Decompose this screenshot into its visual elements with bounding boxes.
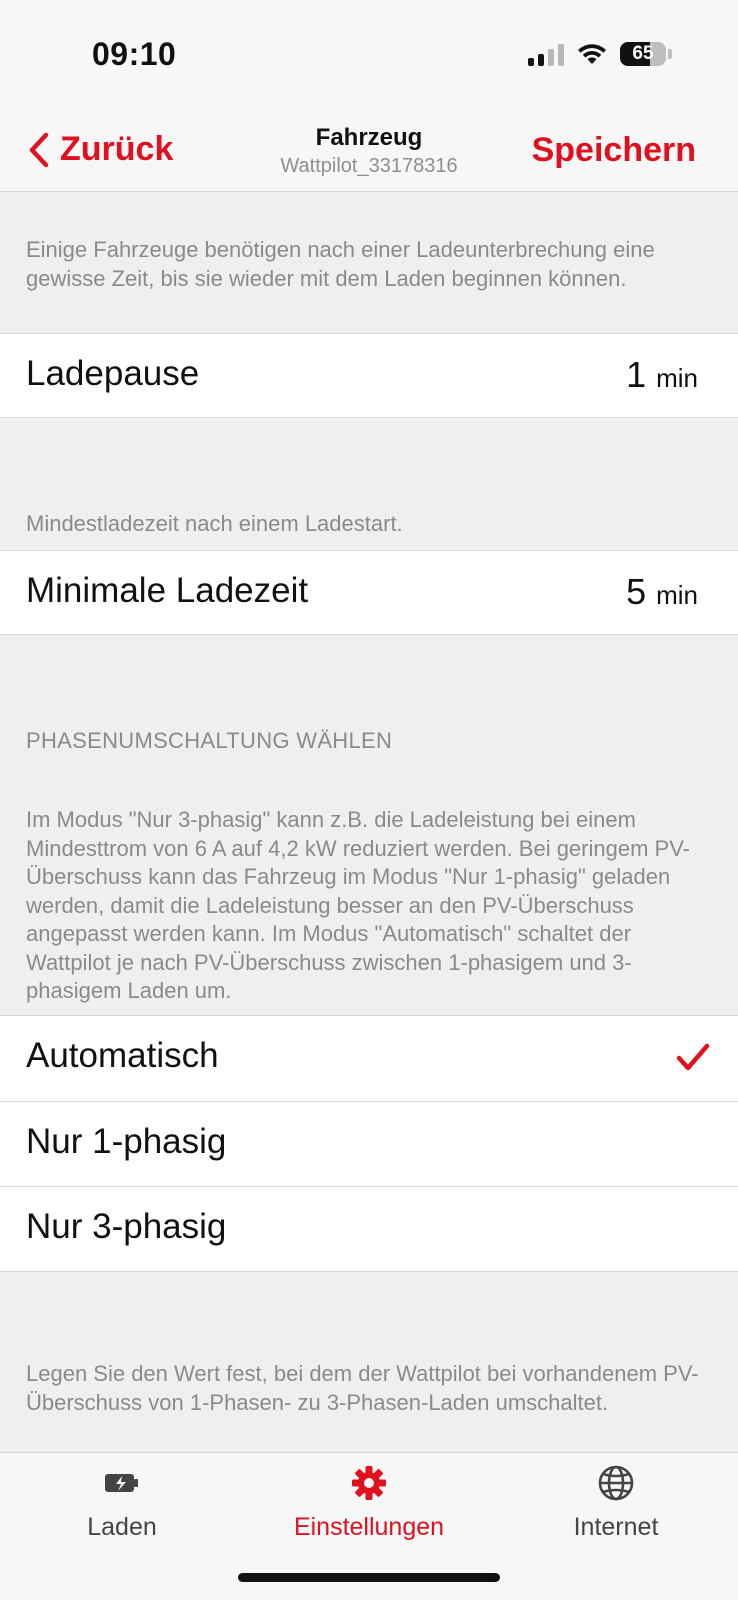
wifi-icon [578,44,606,64]
battery-tip [668,49,672,59]
phase-option-automatic[interactable]: Automatisch [0,1016,738,1101]
min-charging-time-row[interactable]: Minimale Ladezeit 5 min [0,550,738,635]
pause-description: Einige Fahrzeuge benötigen nach einer La… [26,237,655,291]
battery-level: 65 [632,43,654,64]
charging-pause-unit: min [656,363,698,393]
tab-laden[interactable]: Laden [22,1463,222,1542]
phase-option-single[interactable]: Nur 1-phasig [0,1101,738,1186]
tab-label: Laden [87,1513,157,1541]
charging-pause-value[interactable]: 1 min [626,354,698,396]
save-button[interactable]: Speichern [532,131,696,170]
status-bar: 09:10 65 [0,0,738,100]
checkmark-icon [676,1043,710,1071]
home-indicator [238,1573,500,1582]
gear-icon [352,1466,386,1500]
tab-bar: Laden Einstellungen Internet [0,1452,738,1600]
phase-switch-description: Im Modus "Nur 3-phasig" kann z.B. die La… [26,807,690,1003]
threshold-description: Legen Sie den Wert fest, bei dem der Wat… [26,1361,699,1415]
min-charging-time-label: Minimale Ladezeit [26,571,309,610]
cellular-signal-icon [528,42,564,66]
charging-pause-row[interactable]: Ladepause 1 min [0,333,738,418]
chevron-left-icon [29,132,49,167]
back-button[interactable]: Zurück [24,130,173,169]
min-time-description: Mindestladezeit nach einem Ladestart. [26,511,403,536]
back-label: Zurück [60,130,174,168]
min-charging-time-value[interactable]: 5 min [626,571,698,613]
min-charging-time-number: 5 [626,571,647,612]
tab-label: Einstellungen [293,1513,445,1541]
charging-pause-number: 1 [626,354,647,395]
phase-option-three[interactable]: Nur 3-phasig [0,1186,738,1271]
battery-charging-icon [105,1474,138,1492]
phase-switch-caption: PHASENUMSCHALTUNG WÄHLEN [26,728,393,753]
tab-internet[interactable]: Internet [516,1463,716,1542]
phase-option-label: Nur 1-phasig [26,1122,227,1161]
battery-icon: 65 [620,42,666,66]
tab-label: Internet [573,1513,659,1541]
globe-icon [598,1465,634,1501]
tab-einstellungen[interactable]: Einstellungen [269,1463,469,1542]
min-charging-time-unit: min [656,580,698,610]
settings-content[interactable]: Einige Fahrzeuge benötigen nach einer La… [0,192,738,1452]
status-icons: 65 [528,40,672,68]
navigation-bar: Zurück Fahrzeug Wattpilot_33178316 Speic… [0,100,738,192]
charging-pause-label: Ladepause [26,354,200,393]
status-time: 09:10 [92,36,177,72]
phase-option-label: Automatisch [26,1036,219,1075]
phase-option-label: Nur 3-phasig [26,1207,227,1246]
phase-option-list: Automatisch Nur 1-phasig Nur 3-phasig [0,1015,738,1272]
